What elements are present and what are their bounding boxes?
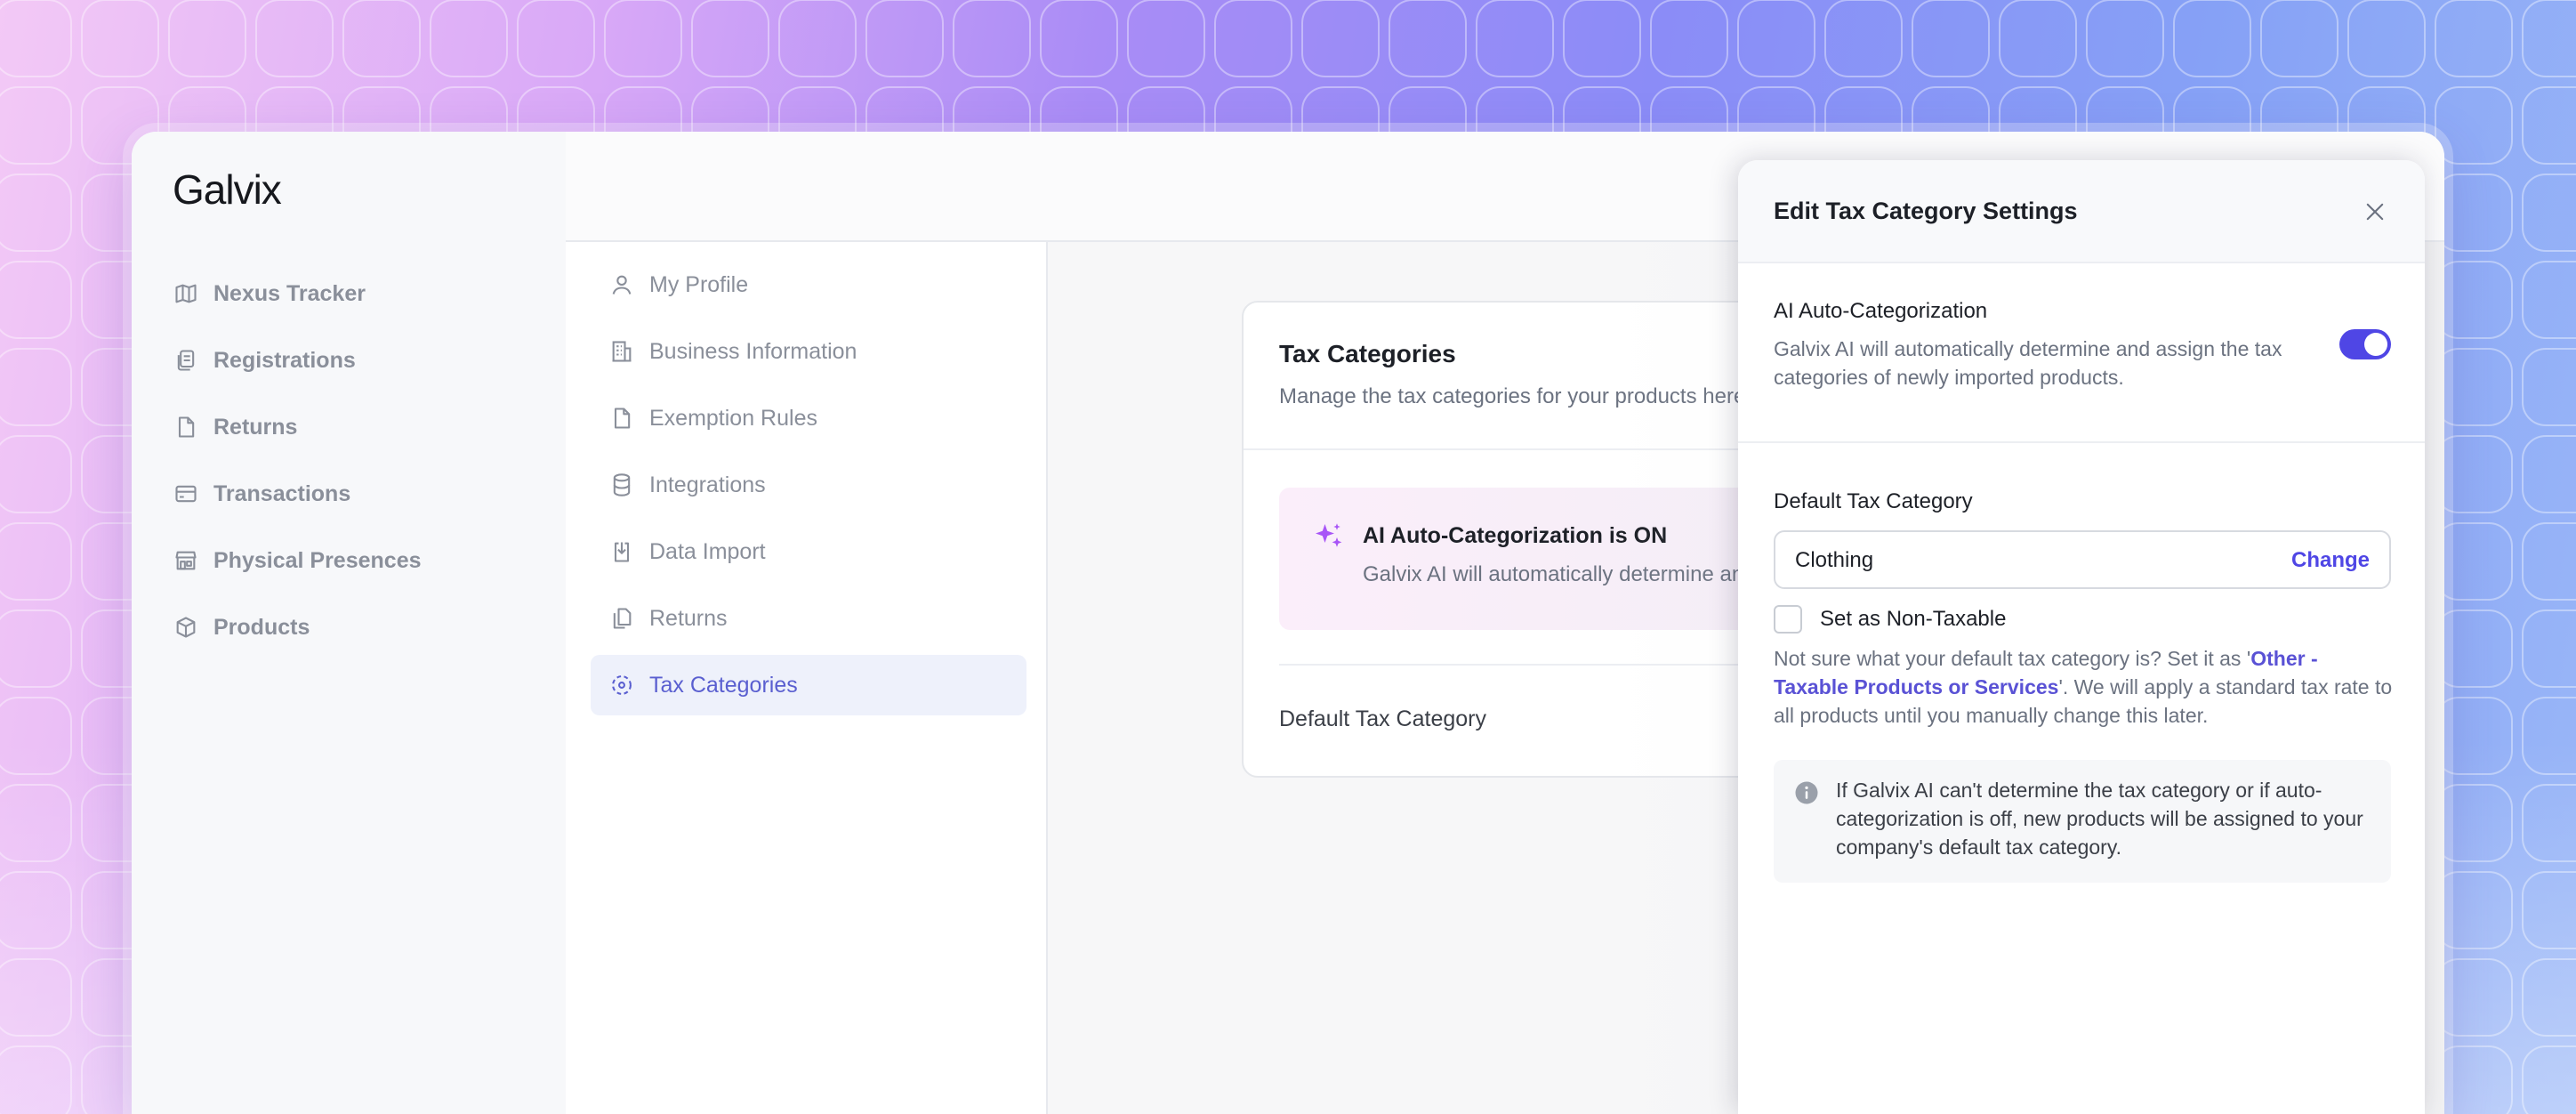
settings-item-label: Exemption Rules bbox=[649, 405, 817, 431]
settings-item-tax-categories[interactable]: Tax Categories bbox=[591, 655, 1026, 715]
info-text: If Galvix AI can't determine the tax cat… bbox=[1836, 779, 2363, 859]
default-category-hint: Not sure what your default tax category … bbox=[1774, 644, 2396, 730]
card-title: Tax Categories bbox=[1279, 340, 1456, 367]
default-tax-category-title: Default Tax Category bbox=[1774, 489, 1973, 513]
sidebar-item-registrations[interactable]: Registrations bbox=[173, 338, 356, 383]
banner-title: AI Auto-Categorization is ON bbox=[1363, 523, 1668, 548]
sidebar-item-label: Products bbox=[213, 614, 310, 640]
settings-item-returns[interactable]: Returns bbox=[591, 588, 1026, 649]
settings-item-business-information[interactable]: Business Information bbox=[591, 321, 1026, 382]
sidebar-item-label: Transactions bbox=[213, 480, 351, 506]
sidebar-item-label: Physical Presences bbox=[213, 547, 422, 573]
toggle-knob bbox=[2364, 333, 2387, 356]
settings-item-my-profile[interactable]: My Profile bbox=[591, 254, 1026, 315]
database-icon bbox=[608, 472, 635, 498]
ai-auto-categorization-title: AI Auto-Categorization bbox=[1774, 299, 1988, 323]
file-icon bbox=[173, 414, 199, 440]
documents-icon bbox=[173, 347, 199, 374]
divider bbox=[1738, 441, 2425, 443]
settings-item-label: My Profile bbox=[649, 271, 749, 297]
panel-title: Edit Tax Category Settings bbox=[1774, 198, 2078, 224]
sparkles-icon bbox=[1313, 521, 1345, 558]
settings-nav: My Profile Business Information Exemptio… bbox=[566, 242, 1048, 1114]
close-icon bbox=[2366, 203, 2384, 221]
default-tax-category-value: Clothing bbox=[1795, 548, 1874, 572]
user-icon bbox=[608, 271, 635, 298]
copy-icon bbox=[608, 605, 635, 632]
change-button[interactable]: Change bbox=[2291, 548, 2370, 573]
non-taxable-checkbox[interactable] bbox=[1774, 605, 1802, 634]
non-taxable-label: Set as Non-Taxable bbox=[1820, 607, 2007, 631]
settings-item-label: Business Information bbox=[649, 338, 857, 364]
settings-item-label: Data Import bbox=[649, 538, 766, 564]
settings-item-exemption-rules[interactable]: Exemption Rules bbox=[591, 388, 1026, 448]
default-tax-category-field[interactable]: Clothing Change bbox=[1774, 530, 2391, 589]
settings-item-label: Returns bbox=[649, 605, 728, 631]
sidebar-item-label: Registrations bbox=[213, 347, 356, 373]
hint-prefix: Not sure what your default tax category … bbox=[1774, 647, 2251, 670]
default-tax-category-label: Default Tax Category bbox=[1279, 706, 1486, 731]
ai-auto-categorization-toggle[interactable] bbox=[2339, 329, 2391, 359]
edit-tax-settings-panel: Edit Tax Category Settings AI Auto-Categ… bbox=[1738, 160, 2425, 1114]
settings-item-data-import[interactable]: Data Import bbox=[591, 521, 1026, 582]
sidebar-item-products[interactable]: Products bbox=[173, 605, 310, 650]
map-icon bbox=[173, 280, 199, 307]
info-icon bbox=[1793, 779, 1820, 811]
sidebar-item-label: Returns bbox=[213, 414, 298, 440]
close-button[interactable] bbox=[2359, 196, 2391, 228]
info-callout: If Galvix AI can't determine the tax cat… bbox=[1774, 760, 2391, 883]
settings-item-integrations[interactable]: Integrations bbox=[591, 455, 1026, 515]
dashed-circle-icon bbox=[608, 672, 635, 698]
building-icon bbox=[608, 338, 635, 365]
store-icon bbox=[173, 547, 199, 574]
sidebar-item-returns[interactable]: Returns bbox=[173, 405, 297, 449]
box-icon bbox=[173, 614, 199, 641]
card-subtitle: Manage the tax categories for your produ… bbox=[1279, 384, 1746, 408]
sidebar-item-physical-presences[interactable]: Physical Presences bbox=[173, 538, 422, 583]
sidebar-item-label: Nexus Tracker bbox=[213, 280, 366, 306]
sidebar-item-transactions[interactable]: Transactions bbox=[173, 472, 350, 516]
main-sidebar: Galvix Nexus Tracker Registrations Retur… bbox=[132, 132, 566, 1114]
file-icon bbox=[608, 405, 635, 432]
ai-auto-categorization-description: Galvix AI will automatically determine a… bbox=[1774, 337, 2282, 389]
settings-item-label: Tax Categories bbox=[649, 672, 798, 698]
panel-header: Edit Tax Category Settings bbox=[1738, 160, 2425, 263]
sidebar-item-nexus-tracker[interactable]: Nexus Tracker bbox=[173, 271, 366, 316]
settings-item-label: Integrations bbox=[649, 472, 766, 497]
logo: Galvix bbox=[173, 166, 282, 213]
download-icon bbox=[608, 538, 635, 565]
credit-card-icon bbox=[173, 480, 199, 507]
